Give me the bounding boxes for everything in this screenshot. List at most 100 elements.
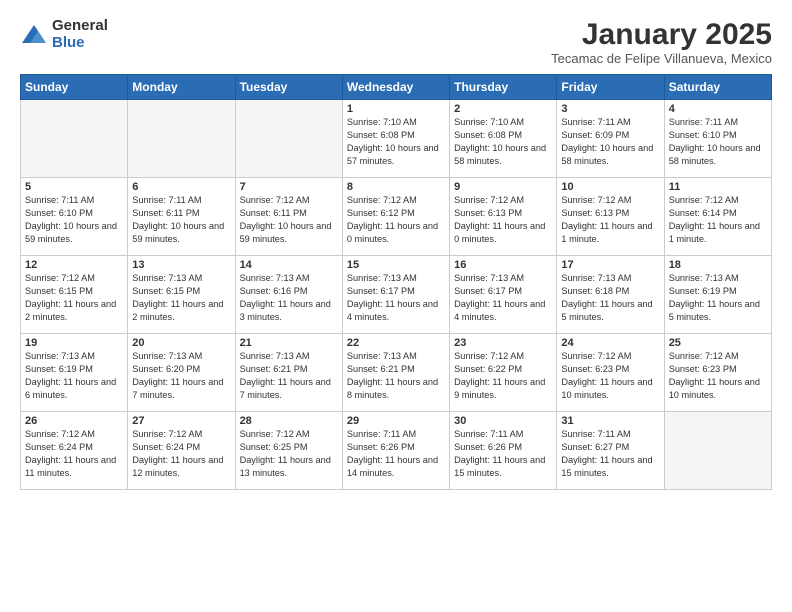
logo-text: General Blue xyxy=(52,18,108,51)
day-number: 30 xyxy=(454,415,552,427)
calendar-subtitle: Tecamac de Felipe Villanueva, Mexico xyxy=(551,51,772,66)
calendar-cell: 1Sunrise: 7:10 AM Sunset: 6:08 PM Daylig… xyxy=(342,100,449,178)
calendar-cell: 5Sunrise: 7:11 AM Sunset: 6:10 PM Daylig… xyxy=(21,178,128,256)
day-number: 9 xyxy=(454,181,552,193)
day-number: 19 xyxy=(25,337,123,349)
calendar-cell: 8Sunrise: 7:12 AM Sunset: 6:12 PM Daylig… xyxy=(342,178,449,256)
calendar-cell: 17Sunrise: 7:13 AM Sunset: 6:18 PM Dayli… xyxy=(557,256,664,334)
logo-icon xyxy=(20,21,48,49)
calendar-cell: 18Sunrise: 7:13 AM Sunset: 6:19 PM Dayli… xyxy=(664,256,771,334)
logo-general: General xyxy=(52,18,108,35)
day-info: Sunrise: 7:11 AM Sunset: 6:26 PM Dayligh… xyxy=(347,428,445,480)
day-info: Sunrise: 7:12 AM Sunset: 6:24 PM Dayligh… xyxy=(25,428,123,480)
day-number: 14 xyxy=(240,259,338,271)
col-tuesday: Tuesday xyxy=(235,75,342,100)
week-row-4: 19Sunrise: 7:13 AM Sunset: 6:19 PM Dayli… xyxy=(21,334,772,412)
calendar-cell: 14Sunrise: 7:13 AM Sunset: 6:16 PM Dayli… xyxy=(235,256,342,334)
calendar-cell: 23Sunrise: 7:12 AM Sunset: 6:22 PM Dayli… xyxy=(450,334,557,412)
day-info: Sunrise: 7:13 AM Sunset: 6:21 PM Dayligh… xyxy=(347,350,445,402)
day-number: 29 xyxy=(347,415,445,427)
calendar-cell: 27Sunrise: 7:12 AM Sunset: 6:24 PM Dayli… xyxy=(128,412,235,490)
day-number: 23 xyxy=(454,337,552,349)
calendar-cell: 3Sunrise: 7:11 AM Sunset: 6:09 PM Daylig… xyxy=(557,100,664,178)
day-number: 8 xyxy=(347,181,445,193)
header-row: Sunday Monday Tuesday Wednesday Thursday… xyxy=(21,75,772,100)
calendar-cell: 16Sunrise: 7:13 AM Sunset: 6:17 PM Dayli… xyxy=(450,256,557,334)
day-number: 10 xyxy=(561,181,659,193)
day-info: Sunrise: 7:12 AM Sunset: 6:14 PM Dayligh… xyxy=(669,194,767,246)
day-number: 20 xyxy=(132,337,230,349)
day-number: 21 xyxy=(240,337,338,349)
day-info: Sunrise: 7:12 AM Sunset: 6:13 PM Dayligh… xyxy=(454,194,552,246)
calendar-cell: 2Sunrise: 7:10 AM Sunset: 6:08 PM Daylig… xyxy=(450,100,557,178)
day-info: Sunrise: 7:13 AM Sunset: 6:20 PM Dayligh… xyxy=(132,350,230,402)
week-row-2: 5Sunrise: 7:11 AM Sunset: 6:10 PM Daylig… xyxy=(21,178,772,256)
day-number: 11 xyxy=(669,181,767,193)
day-info: Sunrise: 7:12 AM Sunset: 6:24 PM Dayligh… xyxy=(132,428,230,480)
day-number: 4 xyxy=(669,103,767,115)
day-info: Sunrise: 7:13 AM Sunset: 6:19 PM Dayligh… xyxy=(25,350,123,402)
day-number: 6 xyxy=(132,181,230,193)
col-monday: Monday xyxy=(128,75,235,100)
day-info: Sunrise: 7:12 AM Sunset: 6:11 PM Dayligh… xyxy=(240,194,338,246)
day-number: 1 xyxy=(347,103,445,115)
day-info: Sunrise: 7:11 AM Sunset: 6:10 PM Dayligh… xyxy=(25,194,123,246)
day-info: Sunrise: 7:11 AM Sunset: 6:09 PM Dayligh… xyxy=(561,116,659,168)
day-info: Sunrise: 7:12 AM Sunset: 6:23 PM Dayligh… xyxy=(669,350,767,402)
title-block: January 2025 Tecamac de Felipe Villanuev… xyxy=(551,18,772,66)
day-info: Sunrise: 7:13 AM Sunset: 6:17 PM Dayligh… xyxy=(347,272,445,324)
calendar-cell: 13Sunrise: 7:13 AM Sunset: 6:15 PM Dayli… xyxy=(128,256,235,334)
calendar-cell: 7Sunrise: 7:12 AM Sunset: 6:11 PM Daylig… xyxy=(235,178,342,256)
day-info: Sunrise: 7:10 AM Sunset: 6:08 PM Dayligh… xyxy=(454,116,552,168)
day-info: Sunrise: 7:13 AM Sunset: 6:16 PM Dayligh… xyxy=(240,272,338,324)
day-info: Sunrise: 7:11 AM Sunset: 6:26 PM Dayligh… xyxy=(454,428,552,480)
header: General Blue January 2025 Tecamac de Fel… xyxy=(20,18,772,66)
day-number: 15 xyxy=(347,259,445,271)
calendar-title: January 2025 xyxy=(551,18,772,51)
day-number: 3 xyxy=(561,103,659,115)
day-number: 12 xyxy=(25,259,123,271)
calendar-cell: 6Sunrise: 7:11 AM Sunset: 6:11 PM Daylig… xyxy=(128,178,235,256)
day-info: Sunrise: 7:11 AM Sunset: 6:11 PM Dayligh… xyxy=(132,194,230,246)
col-saturday: Saturday xyxy=(664,75,771,100)
logo: General Blue xyxy=(20,18,108,51)
calendar-cell xyxy=(21,100,128,178)
calendar-table: Sunday Monday Tuesday Wednesday Thursday… xyxy=(20,74,772,490)
day-number: 28 xyxy=(240,415,338,427)
day-number: 27 xyxy=(132,415,230,427)
calendar-cell: 26Sunrise: 7:12 AM Sunset: 6:24 PM Dayli… xyxy=(21,412,128,490)
calendar-cell: 10Sunrise: 7:12 AM Sunset: 6:13 PM Dayli… xyxy=(557,178,664,256)
calendar-cell: 11Sunrise: 7:12 AM Sunset: 6:14 PM Dayli… xyxy=(664,178,771,256)
calendar-cell xyxy=(128,100,235,178)
day-number: 5 xyxy=(25,181,123,193)
calendar-cell: 12Sunrise: 7:12 AM Sunset: 6:15 PM Dayli… xyxy=(21,256,128,334)
calendar-cell: 31Sunrise: 7:11 AM Sunset: 6:27 PM Dayli… xyxy=(557,412,664,490)
page: General Blue January 2025 Tecamac de Fel… xyxy=(0,0,792,612)
day-number: 24 xyxy=(561,337,659,349)
calendar-cell xyxy=(235,100,342,178)
calendar-cell: 22Sunrise: 7:13 AM Sunset: 6:21 PM Dayli… xyxy=(342,334,449,412)
calendar-cell: 15Sunrise: 7:13 AM Sunset: 6:17 PM Dayli… xyxy=(342,256,449,334)
day-info: Sunrise: 7:12 AM Sunset: 6:13 PM Dayligh… xyxy=(561,194,659,246)
col-sunday: Sunday xyxy=(21,75,128,100)
day-info: Sunrise: 7:10 AM Sunset: 6:08 PM Dayligh… xyxy=(347,116,445,168)
col-wednesday: Wednesday xyxy=(342,75,449,100)
day-number: 13 xyxy=(132,259,230,271)
calendar-cell: 4Sunrise: 7:11 AM Sunset: 6:10 PM Daylig… xyxy=(664,100,771,178)
day-info: Sunrise: 7:13 AM Sunset: 6:18 PM Dayligh… xyxy=(561,272,659,324)
calendar-cell: 30Sunrise: 7:11 AM Sunset: 6:26 PM Dayli… xyxy=(450,412,557,490)
day-number: 16 xyxy=(454,259,552,271)
day-number: 26 xyxy=(25,415,123,427)
day-info: Sunrise: 7:12 AM Sunset: 6:22 PM Dayligh… xyxy=(454,350,552,402)
day-info: Sunrise: 7:13 AM Sunset: 6:21 PM Dayligh… xyxy=(240,350,338,402)
calendar-cell: 19Sunrise: 7:13 AM Sunset: 6:19 PM Dayli… xyxy=(21,334,128,412)
day-number: 18 xyxy=(669,259,767,271)
day-info: Sunrise: 7:12 AM Sunset: 6:15 PM Dayligh… xyxy=(25,272,123,324)
week-row-1: 1Sunrise: 7:10 AM Sunset: 6:08 PM Daylig… xyxy=(21,100,772,178)
calendar-cell: 28Sunrise: 7:12 AM Sunset: 6:25 PM Dayli… xyxy=(235,412,342,490)
day-info: Sunrise: 7:12 AM Sunset: 6:23 PM Dayligh… xyxy=(561,350,659,402)
day-number: 17 xyxy=(561,259,659,271)
calendar-cell: 29Sunrise: 7:11 AM Sunset: 6:26 PM Dayli… xyxy=(342,412,449,490)
logo-blue: Blue xyxy=(52,35,108,52)
calendar-cell: 21Sunrise: 7:13 AM Sunset: 6:21 PM Dayli… xyxy=(235,334,342,412)
